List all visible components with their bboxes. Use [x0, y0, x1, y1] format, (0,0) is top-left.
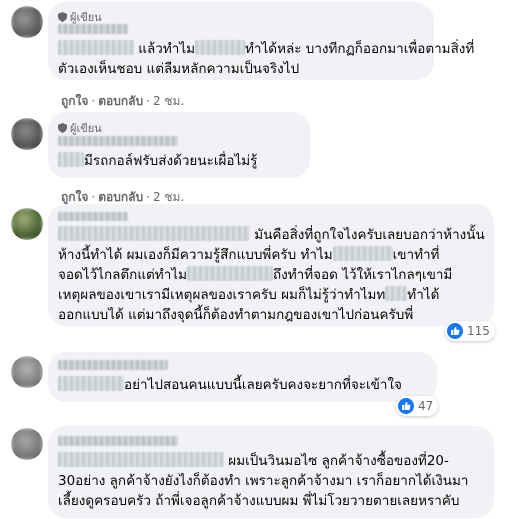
reaction-count[interactable]: 115: [445, 321, 495, 341]
avatar[interactable]: [11, 118, 43, 150]
redacted-author-name: [58, 212, 128, 221]
comment-3: มันคือสิ่งที่ถูกใจไงครับเลยบอกว่าห้างนั้…: [0, 200, 507, 355]
redacted-text: [58, 376, 124, 391]
reaction-count[interactable]: 47: [396, 396, 439, 416]
comment-text-line: มีรถกอล์ฟรับส่งด้วยนะเผื่อไม่รู้: [58, 152, 257, 171]
redacted-text: [186, 266, 273, 281]
redacted-text: [58, 152, 84, 167]
redacted-text: [195, 40, 246, 55]
redacted-text: [58, 226, 250, 241]
comment-text-line: ออกแบบได้ แต่มาถึงจุดนี้ก็ต้องทำตามกฎของ…: [58, 307, 414, 323]
avatar[interactable]: [11, 428, 43, 460]
comment-text-line: เลี้ยงดูครอบครัว ถ้าพี่เจอลูกค้าจ้างแบบผ…: [58, 493, 460, 509]
redacted-author-name: [58, 360, 168, 370]
comment-text-line: มันคือสิ่งที่ถูกใจไงครับเลยบอกว่าห้างนั้…: [58, 226, 485, 245]
redacted-text: [332, 246, 393, 261]
comment-text-line: ตัวเองเห็นชอบ แต่ลืมหลักความเป็นจริงไป: [58, 61, 300, 77]
like-icon: [447, 323, 463, 339]
timestamp[interactable]: 2 ชม.: [153, 94, 184, 108]
redacted-author-name: [58, 136, 178, 146]
comment-text-line: จอดไว้ไกลตึกแต่ทำไม ถึงทำที่จอด ไว้ให้เรา…: [58, 266, 453, 283]
redacted-text: [58, 452, 224, 467]
avatar[interactable]: [11, 208, 43, 240]
avatar[interactable]: [11, 6, 43, 38]
comment-1: ผู้เขียน แล้วทำไม ทำได้หล่ะ บางทีกฏก็ออกม…: [0, 0, 507, 115]
avatar[interactable]: [11, 356, 43, 388]
redacted-author-name: [58, 24, 128, 34]
redacted-text: [58, 40, 134, 55]
reply-link[interactable]: ตอบกลับ: [98, 94, 143, 108]
shield-icon: [58, 12, 67, 22]
comment-text-line: ห้างนี้ทำได้ ผมเองก็มีความรู้สึกแบบพี่คร…: [58, 246, 440, 263]
comment-4: อย่าไปสอนคนแบบนี้เลยครับคงจะยากที่จะเข้า…: [0, 350, 507, 422]
comment-actions: ถูกใจ · ตอบกลับ · 2 ชม.: [61, 94, 185, 108]
redacted-text: [385, 286, 408, 301]
comment-2: ผู้เขียน มีรถกอล์ฟรับส่งด้วยนะเผื่อไม่รู…: [0, 112, 507, 204]
redacted-author-name: [58, 436, 178, 446]
comment-text-line: 30อย่าง ลูกค้าจ้างยังไงก็ต้องทำ เพราะลูก…: [58, 473, 469, 489]
comment-5: ผมเป็นวินมอไซ ลูกค้าจ้างซื้อของที่20- 30…: [0, 422, 507, 519]
author-badge: ผู้เขียน: [58, 119, 102, 137]
like-icon: [398, 398, 414, 414]
comment-text-line: แล้วทำไม ทำได้หล่ะ บางทีกฏก็ออกมาเพื่อตาม…: [58, 40, 474, 59]
comment-text-line: เหตุผลของเขาเรามีเหตุผลของเราครับ ผมก็ไม…: [58, 286, 440, 303]
comment-text-line: ผมเป็นวินมอไซ ลูกค้าจ้างซื้อของที่20-: [58, 452, 449, 471]
like-link[interactable]: ถูกใจ: [61, 94, 88, 108]
comment-text-line: อย่าไปสอนคนแบบนี้เลยครับคงจะยากที่จะเข้า…: [58, 376, 402, 395]
shield-icon: [58, 123, 67, 133]
